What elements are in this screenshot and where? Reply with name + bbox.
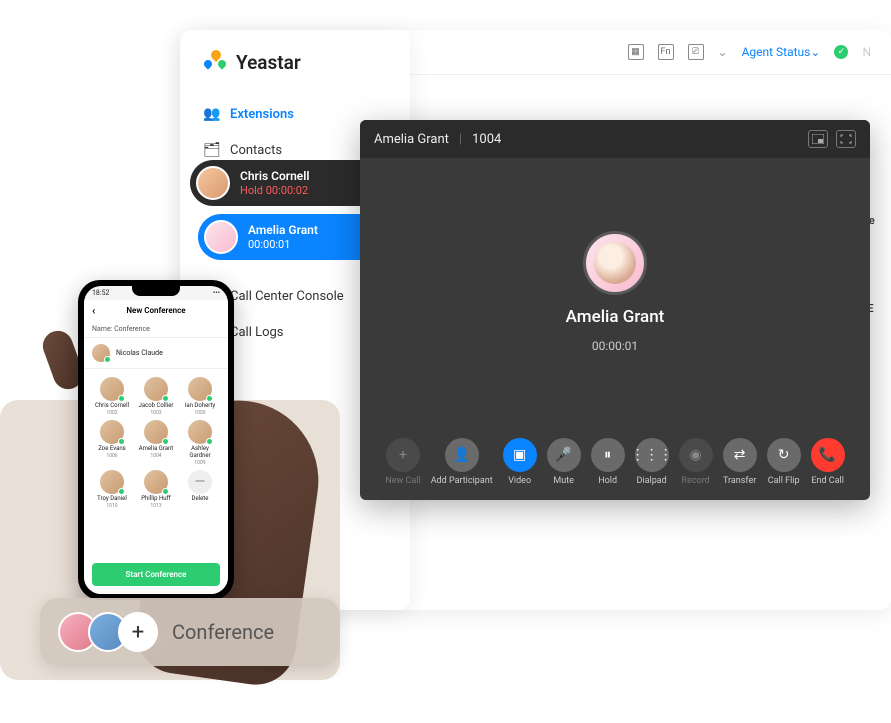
participant-cell[interactable]: Amelia Grant1004 bbox=[136, 420, 176, 466]
participant-cell[interactable]: Ashley Gardner1009 bbox=[180, 420, 220, 466]
phone-notch bbox=[132, 286, 180, 296]
call-header: Amelia Grant | 1004 bbox=[360, 120, 870, 158]
participant-cell[interactable]: Troy Daniel1010 bbox=[92, 470, 132, 509]
monitor-icon[interactable]: ⎚ bbox=[688, 44, 704, 60]
call-control-mute[interactable]: 🎤Mute bbox=[547, 438, 581, 486]
nav-label: Extensions bbox=[230, 107, 294, 122]
call-control-transfer[interactable]: ⇄Transfer bbox=[723, 438, 757, 486]
phone-titlebar: ‹ New Conference bbox=[84, 300, 228, 321]
bubble-name: Amelia Grant bbox=[248, 223, 318, 237]
participant-cell[interactable]: Jacob Collier1003 bbox=[136, 377, 176, 416]
bubble-status: Hold 00:00:02 bbox=[240, 184, 309, 197]
call-header-ext: 1004 bbox=[472, 132, 501, 147]
agent-status-dropdown[interactable]: Agent Status⌄ bbox=[742, 45, 821, 59]
call-controls: +New Call 👤Add Participant ▣Video 🎤Mute ⏸Hol… bbox=[360, 426, 870, 500]
call-header-name: Amelia Grant bbox=[374, 132, 449, 147]
fullscreen-icon[interactable] bbox=[836, 130, 856, 148]
avatar bbox=[196, 166, 230, 200]
pip-icon[interactable] bbox=[808, 130, 828, 148]
call-control-record: ◉Record bbox=[679, 438, 713, 486]
call-control-add-participant[interactable]: 👤Add Participant bbox=[431, 438, 493, 486]
first-participant[interactable]: Nicolas Claude bbox=[84, 338, 228, 369]
people-icon: 👥 bbox=[204, 106, 220, 122]
qr-icon[interactable]: ▦ bbox=[628, 44, 644, 60]
avatar bbox=[92, 344, 110, 362]
notification-icon[interactable]: N bbox=[862, 45, 871, 59]
call-control-hold[interactable]: ⏸Hold bbox=[591, 438, 625, 486]
start-conference-button[interactable]: Start Conference bbox=[92, 563, 220, 586]
participant-name: Nicolas Claude bbox=[116, 349, 163, 357]
call-control-video[interactable]: ▣Video bbox=[503, 438, 537, 486]
conference-avatars: + bbox=[58, 612, 158, 652]
call-panel: Amelia Grant | 1004 Amelia Grant 00:00:0… bbox=[360, 120, 870, 500]
nav-label: Contacts bbox=[230, 143, 282, 158]
call-name: Amelia Grant bbox=[566, 307, 665, 327]
participant-cell[interactable]: Chris Cornell1002 bbox=[92, 377, 132, 416]
brand-name: Yeastar bbox=[236, 51, 301, 74]
call-timer: 00:00:01 bbox=[592, 339, 638, 353]
status-online-icon[interactable]: ✓ bbox=[834, 45, 848, 59]
participant-cell[interactable]: Ian Doherty1005 bbox=[180, 377, 220, 416]
bubble-name: Chris Cornell bbox=[240, 169, 309, 183]
back-icon[interactable]: ‹ bbox=[92, 304, 95, 317]
monitor-chevron-icon[interactable]: ⌄ bbox=[718, 45, 728, 59]
call-control-dialpad[interactable]: ⋮⋮⋮Dialpad bbox=[635, 438, 669, 486]
participant-cell[interactable]: Zoe Evans1006 bbox=[92, 420, 132, 466]
conference-name-row[interactable]: Name: Conference bbox=[84, 321, 228, 338]
contact-icon: 🗂 bbox=[204, 142, 220, 158]
bubble-status: 00:00:01 bbox=[248, 238, 318, 251]
divider: | bbox=[459, 132, 462, 147]
conference-pill[interactable]: + Conference bbox=[40, 598, 340, 666]
call-control-call-flip[interactable]: ↻Call Flip bbox=[767, 438, 801, 486]
call-control-end-call[interactable]: 📞End Call bbox=[811, 438, 845, 486]
participant-grid: Chris Cornell1002Jacob Collier1003Ian Do… bbox=[84, 369, 228, 554]
add-participant-icon[interactable]: + bbox=[118, 612, 158, 652]
call-control-new-call: +New Call bbox=[385, 438, 420, 486]
brand-logo-icon bbox=[204, 50, 228, 74]
call-avatar bbox=[583, 231, 647, 295]
call-body: Amelia Grant 00:00:01 bbox=[360, 158, 870, 426]
delete-participant[interactable]: —Delete bbox=[180, 470, 220, 509]
participant-cell[interactable]: Phillip Huff1013 bbox=[136, 470, 176, 509]
conference-label: Conference bbox=[172, 620, 274, 644]
phone-title: New Conference bbox=[126, 306, 185, 315]
fn-icon[interactable]: Fn bbox=[658, 44, 674, 60]
avatar bbox=[204, 220, 238, 254]
brand: Yeastar bbox=[180, 30, 410, 90]
